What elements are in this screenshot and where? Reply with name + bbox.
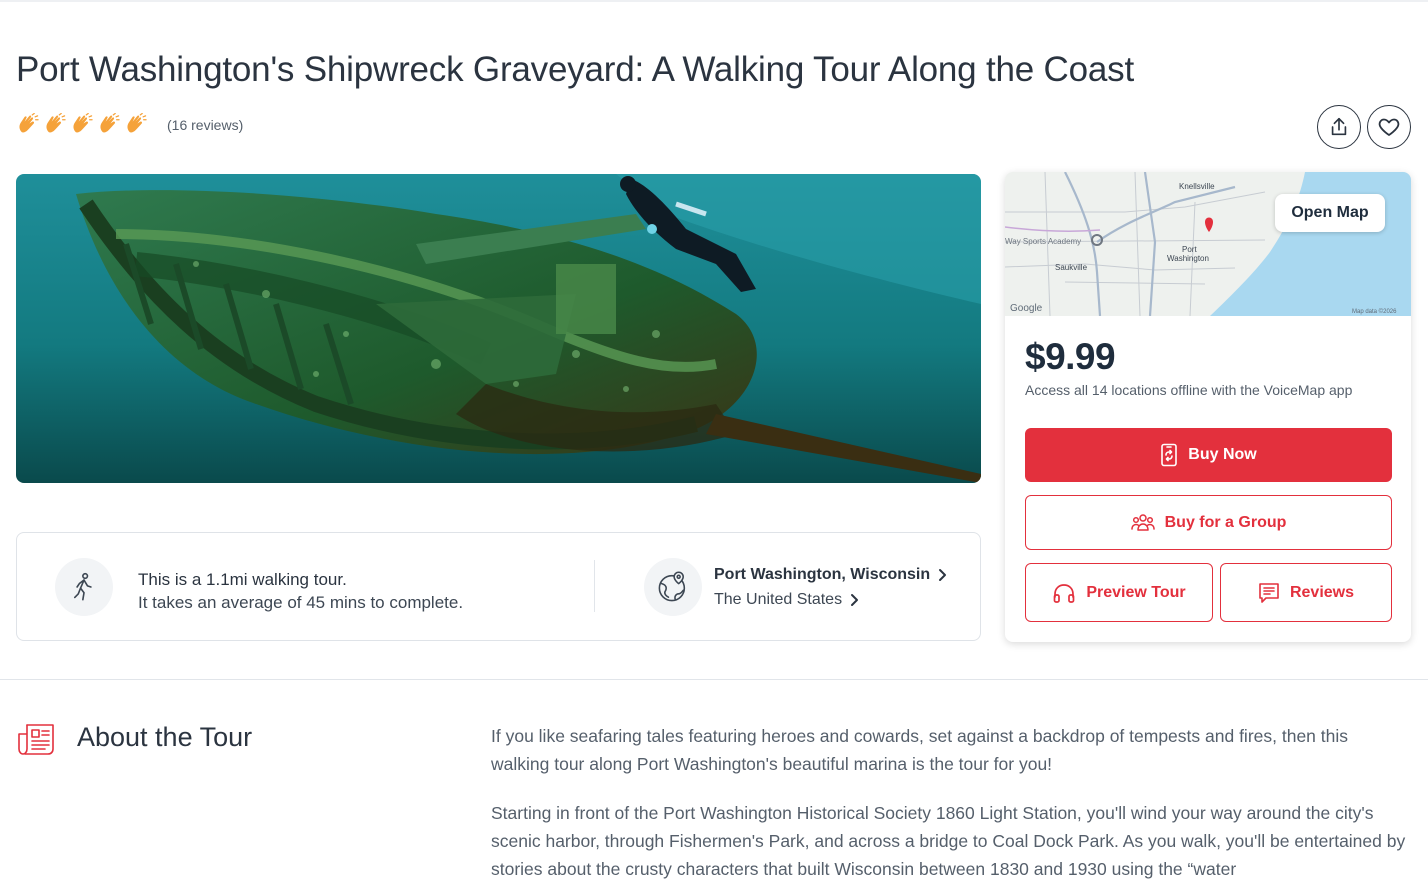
map-label-town2: Port (1182, 245, 1197, 254)
google-logo: Google (1010, 303, 1043, 314)
buy-for-group-button[interactable]: Buy for a Group (1025, 495, 1392, 550)
document-list-icon (18, 724, 54, 755)
purchase-card: Knellsville Port Washington Saukville Wa… (1005, 172, 1411, 642)
about-paragraph-1: If you like seafaring tales featuring he… (491, 726, 1349, 774)
rating-row: (16 reviews) (16, 112, 243, 136)
buy-now-label: Buy Now (1188, 446, 1257, 463)
map-label-town2b: Washington (1167, 254, 1209, 263)
location-city-text: Port Washington, Wisconsin (714, 566, 931, 583)
reviews-button[interactable]: Reviews (1220, 563, 1392, 622)
share-icon (1331, 117, 1347, 136)
walking-person-icon (73, 572, 92, 601)
reviews-icon (1259, 582, 1279, 603)
map-attribution: Map data ©2026 (1352, 308, 1397, 315)
location-country-link[interactable]: The United States (714, 591, 860, 609)
clap-icon (16, 112, 39, 136)
walking-icon-badge (55, 558, 113, 616)
hero-image[interactable] (16, 174, 981, 483)
clap-icon (70, 112, 93, 136)
clap-icon (97, 112, 120, 136)
info-divider (594, 560, 595, 612)
group-icon (1130, 513, 1155, 531)
tour-price: $9.99 (1025, 336, 1116, 377)
about-paragraph-2: Starting in front of the Port Washington… (491, 803, 1406, 879)
reviews-count-link[interactable]: (16 reviews) (167, 117, 243, 133)
buy-for-group-label: Buy for a Group (1164, 513, 1287, 531)
phone-refresh-icon (1161, 443, 1178, 467)
clap-icon (43, 112, 66, 136)
map-label-town1: Knellsville (1179, 182, 1215, 191)
location-country-text: The United States (714, 591, 843, 608)
access-text: Access all 14 locations offline with the… (1025, 382, 1353, 398)
preview-tour-button[interactable]: Preview Tour (1025, 563, 1213, 622)
preview-tour-label: Preview Tour (1086, 583, 1186, 601)
heart-icon (1378, 118, 1400, 136)
reviews-label: Reviews (1289, 583, 1355, 601)
globe-pin-icon (658, 571, 686, 602)
share-button[interactable] (1317, 105, 1361, 149)
chevron-right-icon (851, 594, 859, 606)
globe-icon-badge (644, 558, 702, 616)
chevron-right-icon (939, 569, 947, 581)
shipwreck-photo (16, 174, 981, 483)
map-label-town3: Saukville (1055, 263, 1088, 272)
headphones-icon (1053, 583, 1075, 603)
location-city-link[interactable]: Port Washington, Wisconsin (714, 566, 948, 584)
about-section-icon-wrap (18, 719, 56, 762)
clap-icon (124, 112, 147, 136)
about-section-title: About the Tour (77, 722, 253, 752)
walk-distance-text: This is a 1.1mi walking tour. (138, 570, 347, 589)
map-label-poi: Way Sports Academy (1005, 237, 1081, 246)
walk-duration-text: It takes an average of 45 mins to comple… (138, 593, 464, 612)
tour-map[interactable]: Knellsville Port Washington Saukville Wa… (1005, 172, 1411, 316)
buy-now-button[interactable]: Buy Now (1025, 428, 1392, 482)
tour-info-box: This is a 1.1mi walking tour. It takes a… (16, 532, 981, 641)
open-map-button[interactable]: Open Map (1275, 194, 1385, 232)
favorite-button[interactable] (1367, 105, 1411, 149)
top-border (0, 0, 1428, 2)
page-title: Port Washington's Shipwreck Graveyard: A… (16, 50, 1134, 89)
section-divider (0, 679, 1428, 680)
